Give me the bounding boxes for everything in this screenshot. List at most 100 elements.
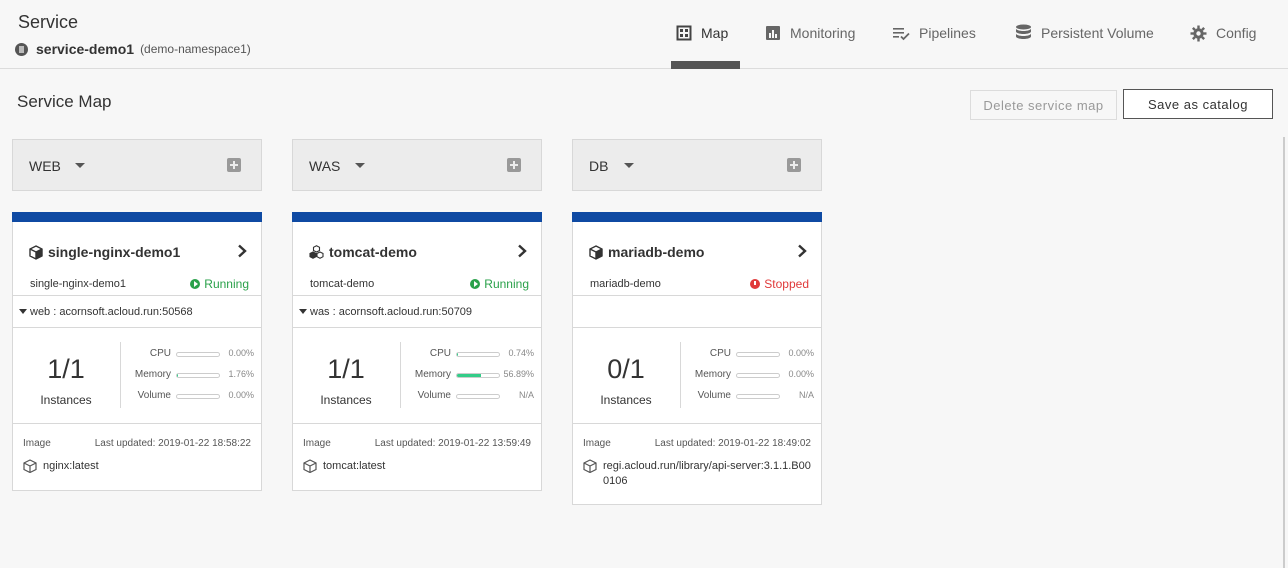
metric-memory: Memory 1.76% bbox=[134, 369, 254, 380]
page-header: Service service-demo1 (demo-namespace1) … bbox=[0, 0, 1288, 69]
card-accent-bar bbox=[572, 212, 822, 222]
database-icon bbox=[1016, 24, 1031, 39]
endpoint-row bbox=[573, 296, 821, 328]
instance-label: Instances bbox=[600, 393, 652, 407]
metric-volume: Volume N/A bbox=[697, 390, 814, 401]
pipelines-icon bbox=[893, 28, 910, 41]
image-panel: Image Last updated: 2019-01-22 18:58:22 … bbox=[13, 424, 261, 490]
service-name: service-demo1 bbox=[36, 41, 135, 57]
chevron-right-icon[interactable] bbox=[797, 244, 807, 258]
package-icon bbox=[23, 459, 37, 473]
metric-memory: Memory 0.00% bbox=[694, 369, 814, 380]
tab-persistent-volume[interactable]: Persistent Volume bbox=[1015, 20, 1154, 46]
tab-config[interactable]: Config bbox=[1190, 20, 1256, 46]
endpoint-row[interactable]: was : acornsoft.acloud.run:50709 bbox=[293, 296, 541, 328]
tab-pipelines-label: Pipelines bbox=[919, 25, 976, 41]
endpoint-row[interactable]: web : acornsoft.acloud.run:50568 bbox=[13, 296, 261, 328]
namespace-name: (demo-namespace1) bbox=[140, 42, 251, 56]
caret-down-icon bbox=[19, 309, 27, 314]
stats-panel: 0/1 Instances CPU 0.00% Memory 0.00% Volum… bbox=[573, 328, 821, 424]
workload-subtitle: tomcat-demo bbox=[310, 278, 375, 290]
card-accent-bar bbox=[292, 212, 542, 222]
image-value: regi.acloud.run/library/api-server:3.1.1… bbox=[583, 459, 811, 489]
tab-monitoring-label: Monitoring bbox=[790, 25, 856, 41]
workload-subtitle: single-nginx-demo1 bbox=[30, 278, 126, 290]
image-panel: Image Last updated: 2019-01-22 18:49:02 … bbox=[573, 424, 821, 504]
status-badge: Running bbox=[470, 277, 529, 291]
last-updated: Last updated: 2019-01-22 18:58:22 bbox=[94, 438, 251, 449]
cube-icon bbox=[29, 244, 43, 260]
chevron-down-icon[interactable] bbox=[355, 163, 365, 168]
add-icon[interactable] bbox=[507, 158, 521, 172]
service-map-title: Service Map bbox=[17, 92, 112, 111]
service-identity: service-demo1 (demo-namespace1) bbox=[15, 41, 251, 57]
column-label: WAS bbox=[309, 158, 341, 174]
tab-persistent-volume-label: Persistent Volume bbox=[1041, 25, 1154, 41]
image-label: Image bbox=[303, 438, 331, 449]
last-updated: Last updated: 2019-01-22 13:59:49 bbox=[374, 438, 531, 449]
chevron-right-icon[interactable] bbox=[517, 244, 527, 258]
instance-count: 1/1 bbox=[47, 354, 85, 384]
tab-config-label: Config bbox=[1216, 25, 1257, 41]
active-tab-indicator bbox=[671, 61, 740, 69]
workload-name[interactable]: tomcat-demo bbox=[309, 244, 417, 260]
chart-icon bbox=[766, 26, 780, 40]
chevron-down-icon[interactable] bbox=[624, 163, 634, 168]
cube-icon bbox=[589, 244, 603, 260]
status-badge: Stopped bbox=[750, 277, 809, 291]
save-as-catalog-button[interactable]: Save as catalog bbox=[1123, 89, 1273, 119]
metric-cpu: CPU 0.00% bbox=[709, 348, 814, 359]
column-header-web: WEB bbox=[12, 139, 262, 191]
last-updated: Last updated: 2019-01-22 18:49:02 bbox=[654, 438, 811, 449]
workload-subtitle: mariadb-demo bbox=[590, 278, 661, 290]
card-accent-bar bbox=[12, 212, 262, 222]
chevron-right-icon[interactable] bbox=[237, 244, 247, 258]
tab-map-label: Map bbox=[701, 25, 729, 41]
tab-map[interactable]: Map bbox=[676, 20, 728, 46]
image-label: Image bbox=[23, 438, 51, 449]
delete-service-map-button[interactable]: Delete service map bbox=[970, 90, 1117, 120]
image-label: Image bbox=[583, 438, 611, 449]
tab-pipelines[interactable]: Pipelines bbox=[892, 20, 976, 46]
add-icon[interactable] bbox=[227, 158, 241, 172]
package-icon bbox=[303, 459, 317, 473]
service-card-was: tomcat-demo tomcat-demo Running was : ac… bbox=[292, 212, 542, 491]
page-title: Service bbox=[18, 12, 79, 32]
endpoint-text: was : acornsoft.acloud.run:50709 bbox=[310, 306, 473, 318]
stats-panel: 1/1 Instances CPU 0.00% Memory 1.76% Volum… bbox=[13, 328, 261, 424]
tab-monitoring[interactable]: Monitoring bbox=[765, 20, 855, 46]
service-card-web: single-nginx-demo1 single-nginx-demo1 Ru… bbox=[12, 212, 262, 491]
instance-count: 0/1 bbox=[607, 354, 645, 384]
cubes-icon bbox=[309, 245, 324, 259]
image-panel: Image Last updated: 2019-01-22 13:59:49 … bbox=[293, 424, 541, 490]
workload-name[interactable]: mariadb-demo bbox=[589, 244, 704, 260]
metric-cpu: CPU 0.00% bbox=[149, 348, 254, 359]
column-label: WEB bbox=[29, 158, 61, 174]
namespace-icon bbox=[15, 42, 28, 56]
metric-volume: Volume N/A bbox=[417, 390, 534, 401]
image-value: nginx:latest bbox=[23, 459, 251, 474]
metric-memory: Memory 56.89% bbox=[414, 369, 534, 380]
gear-icon bbox=[1190, 25, 1207, 41]
column-header-db: DB bbox=[572, 139, 822, 191]
workload-name[interactable]: single-nginx-demo1 bbox=[29, 244, 180, 260]
caret-down-icon bbox=[299, 309, 307, 314]
map-icon bbox=[676, 25, 692, 41]
stats-panel: 1/1 Instances CPU 0.74% Memory 56.89% Volu… bbox=[293, 328, 541, 424]
service-card-db: mariadb-demo mariadb-demo Stopped 0/1 In… bbox=[572, 212, 822, 505]
add-icon[interactable] bbox=[787, 158, 801, 172]
endpoint-text: web : acornsoft.acloud.run:50568 bbox=[30, 306, 193, 318]
column-label: DB bbox=[589, 158, 609, 174]
metric-cpu: CPU 0.74% bbox=[429, 348, 534, 359]
instance-label: Instances bbox=[40, 393, 92, 407]
column-header-was: WAS bbox=[292, 139, 542, 191]
alert-icon bbox=[750, 279, 761, 289]
chevron-down-icon[interactable] bbox=[75, 163, 85, 168]
instance-count: 1/1 bbox=[327, 354, 365, 384]
package-icon bbox=[583, 459, 597, 473]
running-icon bbox=[470, 279, 481, 289]
status-badge: Running bbox=[190, 277, 249, 291]
metric-volume: Volume 0.00% bbox=[137, 390, 254, 401]
scrollbar[interactable] bbox=[1283, 137, 1285, 568]
image-value: tomcat:latest bbox=[303, 459, 531, 474]
